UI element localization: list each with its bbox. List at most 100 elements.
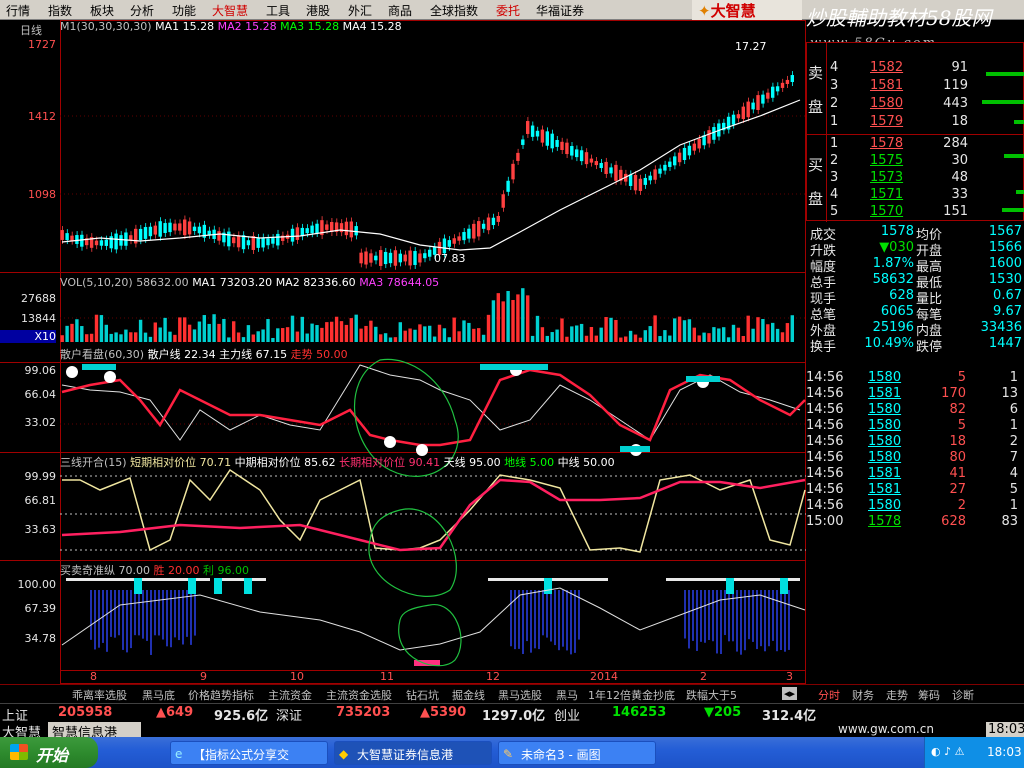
signal-bar xyxy=(554,590,556,646)
sell-volume: 443 xyxy=(943,96,968,111)
tab-diagnosis[interactable]: 诊断 xyxy=(952,687,974,703)
menu-item-gongju[interactable]: 工具 xyxy=(266,2,290,19)
volume-bar xyxy=(212,314,216,342)
tab-main-funds-select[interactable]: 主流资金选股 xyxy=(326,687,392,703)
volume-bar xyxy=(648,326,652,342)
vol-ma2: MA2 82336.60 xyxy=(275,276,356,289)
signal-bar xyxy=(522,590,524,654)
price-candle xyxy=(99,240,104,246)
task-button-forum[interactable]: e 【指标公式分享交 xyxy=(170,741,328,765)
signal-bar xyxy=(538,590,540,650)
clock[interactable]: 18:03 xyxy=(987,745,1022,759)
tab-dark-horse-bottom[interactable]: 黑马底 xyxy=(142,687,175,703)
price-candle xyxy=(266,238,270,246)
menu-item-weituo[interactable]: 委托 xyxy=(496,2,520,19)
sell-level: 1 xyxy=(830,114,839,129)
brand-title: 炒股輔助教材58股网 xyxy=(806,6,992,30)
start-button[interactable]: 开始 xyxy=(0,737,98,768)
sh-change: ▲649 xyxy=(156,705,194,720)
chart-area[interactable]: 日线 M1(30,30,30,30) MA1 15.28 MA2 15.28 M… xyxy=(0,20,806,684)
signal-bar xyxy=(150,590,152,655)
signal-bar xyxy=(518,590,520,649)
volume-bar xyxy=(526,295,530,342)
vol-value: 58632.00 xyxy=(136,276,189,289)
tab-main-funds[interactable]: 主流资金 xyxy=(268,687,312,703)
price-candle xyxy=(771,86,775,98)
menu-item-waihui[interactable]: 外汇 xyxy=(348,2,372,19)
task-button-paint[interactable]: ✎ 未命名3 - 画图 xyxy=(498,741,656,765)
tab-chips[interactable]: 筹码 xyxy=(918,687,940,703)
tab-deviation[interactable]: 乖离率选股 xyxy=(72,687,127,703)
tick-price: 1578 xyxy=(868,514,902,529)
tab-timeshare[interactable]: 分时 xyxy=(818,687,840,703)
tab-scroll-arrows[interactable]: ◂▸ xyxy=(782,687,798,700)
quote-value: 10.49% xyxy=(864,336,914,351)
signal-bar xyxy=(154,590,156,636)
period-label: 日线 xyxy=(20,24,42,37)
signal-bar xyxy=(158,590,160,636)
signal-bar xyxy=(788,590,790,650)
volume-bar xyxy=(60,335,64,342)
menu-item-fenxi[interactable]: 分析 xyxy=(130,2,154,19)
volume-bar xyxy=(236,332,241,342)
tab-gold-line[interactable]: 掘金线 xyxy=(452,687,485,703)
volume-bar xyxy=(261,329,265,342)
volume-bar xyxy=(163,317,167,342)
app-icon: ◆ xyxy=(339,747,349,761)
price-candle xyxy=(187,221,192,235)
price-candle xyxy=(570,146,574,156)
menu-item-shangpin[interactable]: 商品 xyxy=(388,2,412,19)
volume-bar xyxy=(109,333,113,342)
volume-bar xyxy=(398,322,402,342)
tab-price-trend[interactable]: 价格趋势指标 xyxy=(188,687,254,703)
menu-item-bankuai[interactable]: 板块 xyxy=(90,2,114,19)
task-button-dazhihui[interactable]: ◆ 大智慧证券信息港 xyxy=(334,741,492,765)
ind2-title: 三线开合(15) xyxy=(60,456,127,469)
tab-trend[interactable]: 走势 xyxy=(886,687,908,703)
menu-item-hangqing[interactable]: 行情 xyxy=(6,2,30,19)
menu-item-global-index[interactable]: 全球指数 xyxy=(430,2,478,19)
menu-item-dazhihui[interactable]: 大智慧 xyxy=(212,2,248,19)
tab-diamond[interactable]: 钻石坑 xyxy=(406,687,439,703)
volume-bar xyxy=(85,334,89,342)
site-url[interactable]: www.gw.com.cn xyxy=(838,722,934,736)
buy-price: 1578 xyxy=(870,136,904,151)
tab-dark-horse-select[interactable]: 黑马选股 xyxy=(498,687,542,703)
tab-dark-horse[interactable]: 黑马 xyxy=(556,687,578,703)
menu-item-ganggu[interactable]: 港股 xyxy=(306,2,330,19)
price-candle xyxy=(731,114,736,125)
signal-bar xyxy=(704,590,706,643)
price-candle xyxy=(663,164,667,171)
tab-finance[interactable]: 财务 xyxy=(852,687,874,703)
volume-bar xyxy=(501,301,505,342)
volume-bar xyxy=(687,319,692,342)
menu-item-zhishu[interactable]: 指数 xyxy=(48,2,72,19)
price-candle xyxy=(158,221,162,237)
buy-price: 1573 xyxy=(870,170,904,185)
price-candle xyxy=(756,95,760,110)
signal-bar xyxy=(138,590,140,636)
ind2-center: 中线 50.00 xyxy=(557,456,615,469)
tick-time: 15:00 xyxy=(806,514,844,529)
buy-volume: 33 xyxy=(951,187,968,202)
signal-bar xyxy=(716,590,718,654)
price-candle xyxy=(741,106,745,120)
tab-drop-gt5[interactable]: 跌幅大于5 xyxy=(686,687,737,703)
low-price-label: 07.83 xyxy=(434,252,466,265)
signal-marker xyxy=(544,578,552,594)
volume-legend: VOL(5,10,20) 58632.00 MA1 73203.20 MA2 8… xyxy=(60,276,439,289)
price-candle xyxy=(599,162,603,169)
menu-item-broker[interactable]: 华福证券 xyxy=(536,2,584,19)
volume-bar xyxy=(89,333,94,342)
signal-bar xyxy=(106,590,108,652)
signal-bar xyxy=(752,590,754,642)
volume-bar xyxy=(579,323,584,342)
tab-gold-bottom[interactable]: 1年12倍黄金抄底 xyxy=(588,687,675,703)
tray-icons[interactable]: ◐ ♪ ⚠ xyxy=(931,745,964,758)
volume-bar xyxy=(555,329,559,342)
menu-item-gongneng[interactable]: 功能 xyxy=(172,2,196,19)
signal-bar xyxy=(756,590,758,650)
volume-bar xyxy=(246,325,251,342)
price-candle xyxy=(256,237,260,248)
volume-bar xyxy=(467,322,471,342)
